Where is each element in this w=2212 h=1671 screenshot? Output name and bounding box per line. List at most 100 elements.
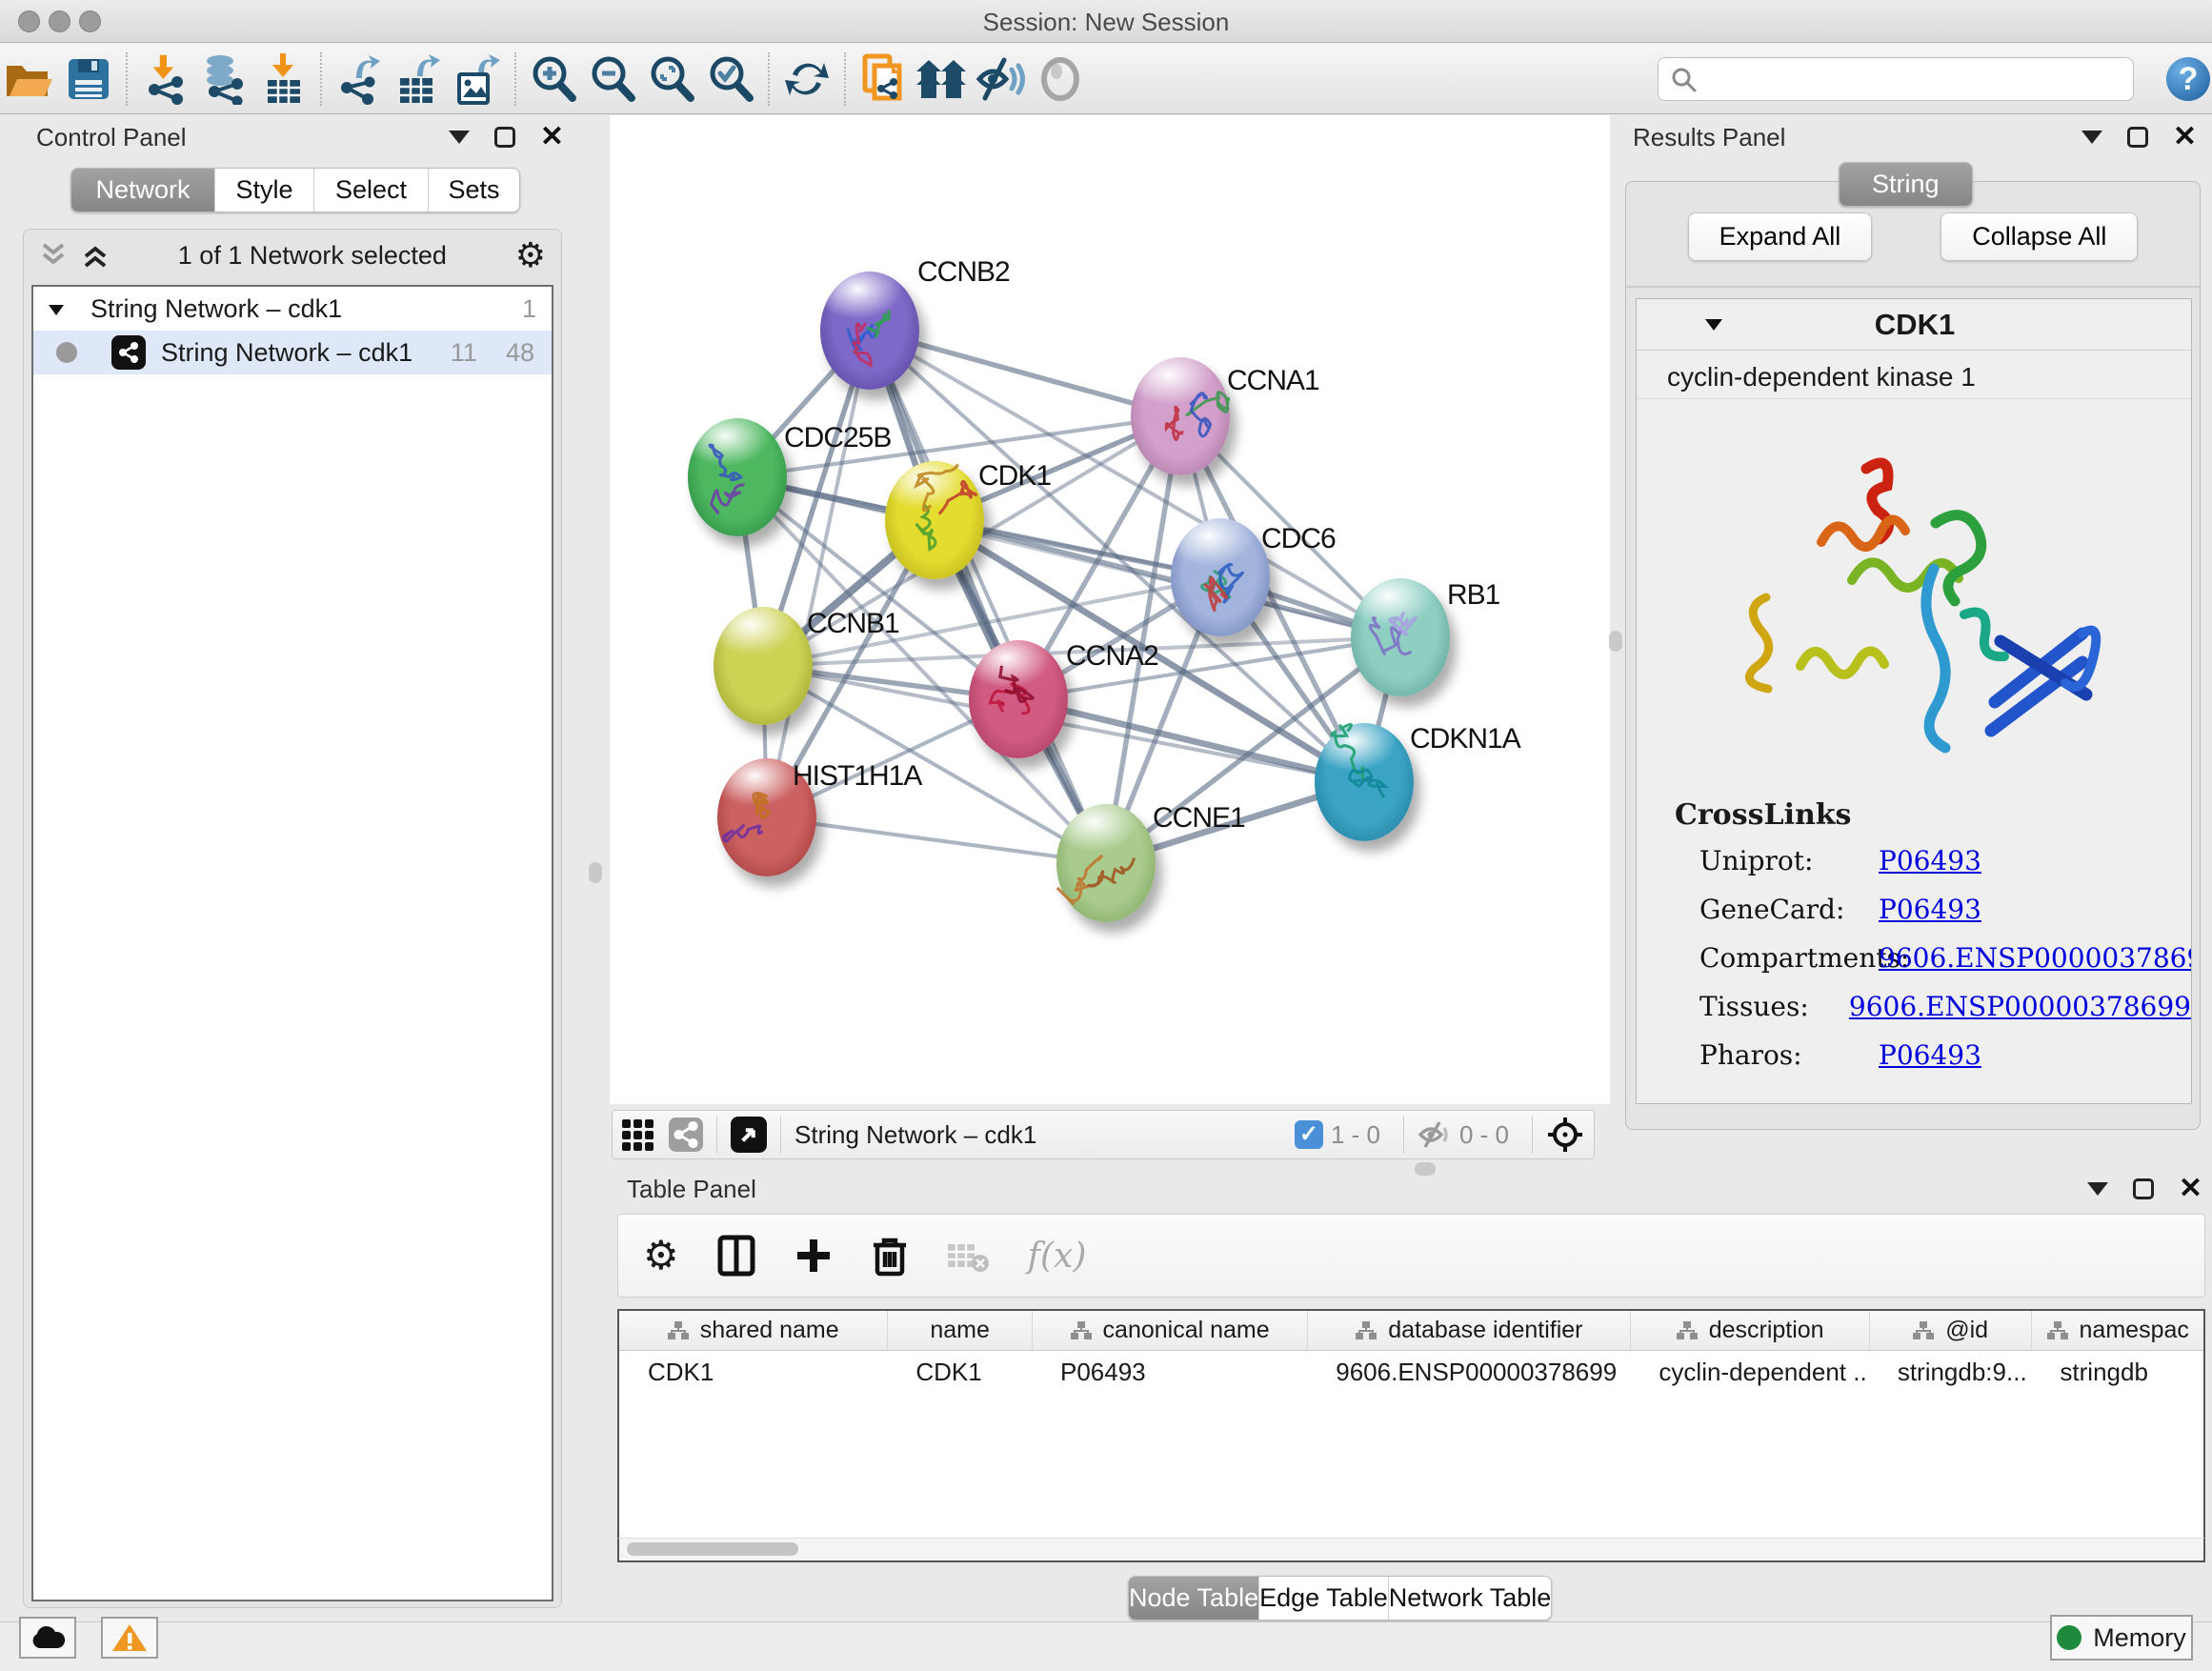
help-button[interactable]: ? [2166, 57, 2210, 101]
panel-menu-icon[interactable] [2081, 131, 2102, 144]
table-options-gear-icon[interactable]: ⚙ [643, 1238, 679, 1273]
show-columns-icon[interactable] [717, 1235, 755, 1277]
export-table-button[interactable] [389, 50, 448, 109]
crosslink-link[interactable]: P06493 [1879, 1039, 1981, 1071]
column-header-name[interactable]: name [887, 1311, 1032, 1350]
open-session-button[interactable] [0, 50, 59, 109]
table-horizontal-scrollbar[interactable] [617, 1538, 2205, 1562]
table-cell[interactable]: stringdb [2031, 1351, 2203, 1393]
warnings-button[interactable] [101, 1617, 158, 1659]
zoom-in-button[interactable] [524, 50, 583, 109]
import-network-database-button[interactable] [194, 50, 253, 109]
search-input[interactable] [1697, 66, 2106, 92]
tab-string[interactable]: String [1840, 163, 1972, 206]
column-header-namespac[interactable]: namespac [2031, 1311, 2203, 1350]
column-header--id[interactable]: @id [1869, 1311, 2032, 1350]
export-network-button[interactable] [330, 50, 389, 109]
gear-icon[interactable]: ⚙ [515, 238, 546, 272]
column-header-database-identifier[interactable]: database identifier [1307, 1311, 1630, 1350]
crosslink-link[interactable]: 9606.ENSP00000378699 [1849, 991, 2191, 1022]
crosshair-icon[interactable] [1546, 1116, 1584, 1154]
grid-view-icon[interactable] [622, 1119, 654, 1151]
import-network-file-button[interactable] [135, 50, 194, 109]
network-node-CCNA2[interactable] [969, 640, 1068, 758]
birdseye-toggle-icon[interactable] [731, 1117, 767, 1153]
table-cell[interactable]: cyclin-dependent ... [1630, 1351, 1868, 1393]
table-cell[interactable]: P06493 [1032, 1351, 1307, 1393]
column-header-canonical-name[interactable]: canonical name [1032, 1311, 1307, 1350]
export-table-icon [394, 53, 442, 105]
column-header-shared-name[interactable]: shared name [619, 1311, 887, 1350]
panel-menu-icon[interactable] [449, 131, 470, 144]
collapse-all-icon[interactable] [39, 241, 68, 270]
tab-edge-table[interactable]: Edge Table [1258, 1577, 1388, 1620]
panel-float-icon[interactable] [494, 127, 515, 148]
add-column-icon[interactable] [794, 1236, 834, 1276]
collapse-all-button[interactable]: Collapse All [1941, 212, 2138, 261]
network-node-CDC6[interactable] [1171, 518, 1270, 636]
network-row[interactable]: String Network – cdk1 11 48 [33, 331, 552, 374]
panel-close-icon[interactable]: ✕ [2173, 127, 2197, 148]
import-table-button[interactable] [253, 50, 312, 109]
table-row[interactable]: CDK1CDK1P064939606.ENSP00000378699cyclin… [619, 1351, 2203, 1393]
tab-network[interactable]: Network [71, 169, 214, 211]
network-node-CCNA1[interactable] [1131, 357, 1230, 475]
toolbar-separator [844, 52, 846, 106]
network-node-CDKN1A[interactable] [1315, 723, 1414, 841]
network-canvas[interactable]: CCNB2CCNA1CDC25BCDK1CDC6RB1CCNB1CCNA2CDK… [610, 115, 1610, 1104]
tab-node-table[interactable]: Node Table [1129, 1577, 1258, 1620]
network-edge-count: 48 [506, 338, 552, 368]
zoom-selected-button[interactable] [701, 50, 760, 109]
zoom-fit-button[interactable] [642, 50, 701, 109]
tree-expand-icon[interactable] [47, 302, 66, 317]
network-node-CDK1[interactable] [885, 461, 984, 579]
tab-style[interactable]: Style [214, 169, 313, 211]
table-cell[interactable]: 9606.ENSP00000378699 [1307, 1351, 1630, 1393]
left-splitter-handle[interactable] [589, 862, 602, 883]
panel-menu-icon[interactable] [2087, 1182, 2108, 1196]
apply-layout-button[interactable] [777, 50, 836, 109]
save-session-button[interactable] [59, 50, 118, 109]
network-node-CCNB1[interactable] [714, 607, 813, 725]
crosslink-link[interactable]: 9606.ENSP00000378699 [1879, 942, 2192, 974]
collapse-section-icon[interactable] [1703, 316, 1724, 333]
table-cell[interactable]: CDK1 [887, 1351, 1032, 1393]
network-node-CCNB2[interactable] [820, 272, 919, 390]
horizontal-splitter-handle[interactable] [1415, 1162, 1436, 1176]
selected-checkbox-icon[interactable]: ✓ [1295, 1120, 1323, 1149]
share-view-icon[interactable] [669, 1117, 703, 1152]
cloud-button[interactable] [19, 1617, 76, 1659]
export-image-button[interactable] [448, 50, 507, 109]
tab-sets[interactable]: Sets [428, 169, 519, 211]
show-all-button[interactable] [1031, 50, 1090, 109]
zoom-out-button[interactable] [583, 50, 642, 109]
memory-button[interactable]: Memory [2050, 1615, 2193, 1661]
crosslink-link[interactable]: P06493 [1879, 894, 1981, 925]
scrollbar-thumb[interactable] [627, 1542, 798, 1556]
expand-all-icon[interactable] [81, 241, 110, 270]
collection-label: String Network – cdk1 [90, 294, 342, 324]
node-label-CCNA1: CCNA1 [1227, 365, 1319, 397]
network-from-selection-button[interactable] [854, 50, 913, 109]
first-neighbors-button[interactable] [913, 50, 972, 109]
network-node-CDC25B[interactable] [688, 418, 787, 536]
tab-select[interactable]: Select [313, 169, 428, 211]
hidden-eye-icon[interactable] [1418, 1120, 1452, 1149]
expand-all-button[interactable]: Expand All [1688, 212, 1873, 261]
panel-close-icon[interactable]: ✕ [2179, 1178, 2202, 1199]
tab-network-table[interactable]: Network Table [1388, 1577, 1552, 1620]
column-header-description[interactable]: description [1630, 1311, 1868, 1350]
panel-close-icon[interactable]: ✕ [540, 127, 564, 148]
table-cell[interactable]: stringdb:9... [1869, 1351, 2032, 1393]
network-node-RB1[interactable] [1351, 578, 1450, 696]
delete-trash-icon[interactable] [872, 1234, 908, 1278]
table-cell[interactable]: CDK1 [619, 1351, 887, 1393]
separator [1403, 1116, 1404, 1154]
panel-float-icon[interactable] [2127, 127, 2148, 148]
right-splitter-handle[interactable] [1609, 631, 1622, 652]
panel-float-icon[interactable] [2133, 1178, 2154, 1199]
network-collection-row[interactable]: String Network – cdk1 1 [33, 287, 552, 331]
network-node-CCNE1[interactable] [1056, 804, 1156, 922]
hide-selected-button[interactable] [972, 50, 1031, 109]
crosslink-link[interactable]: P06493 [1879, 845, 1981, 876]
